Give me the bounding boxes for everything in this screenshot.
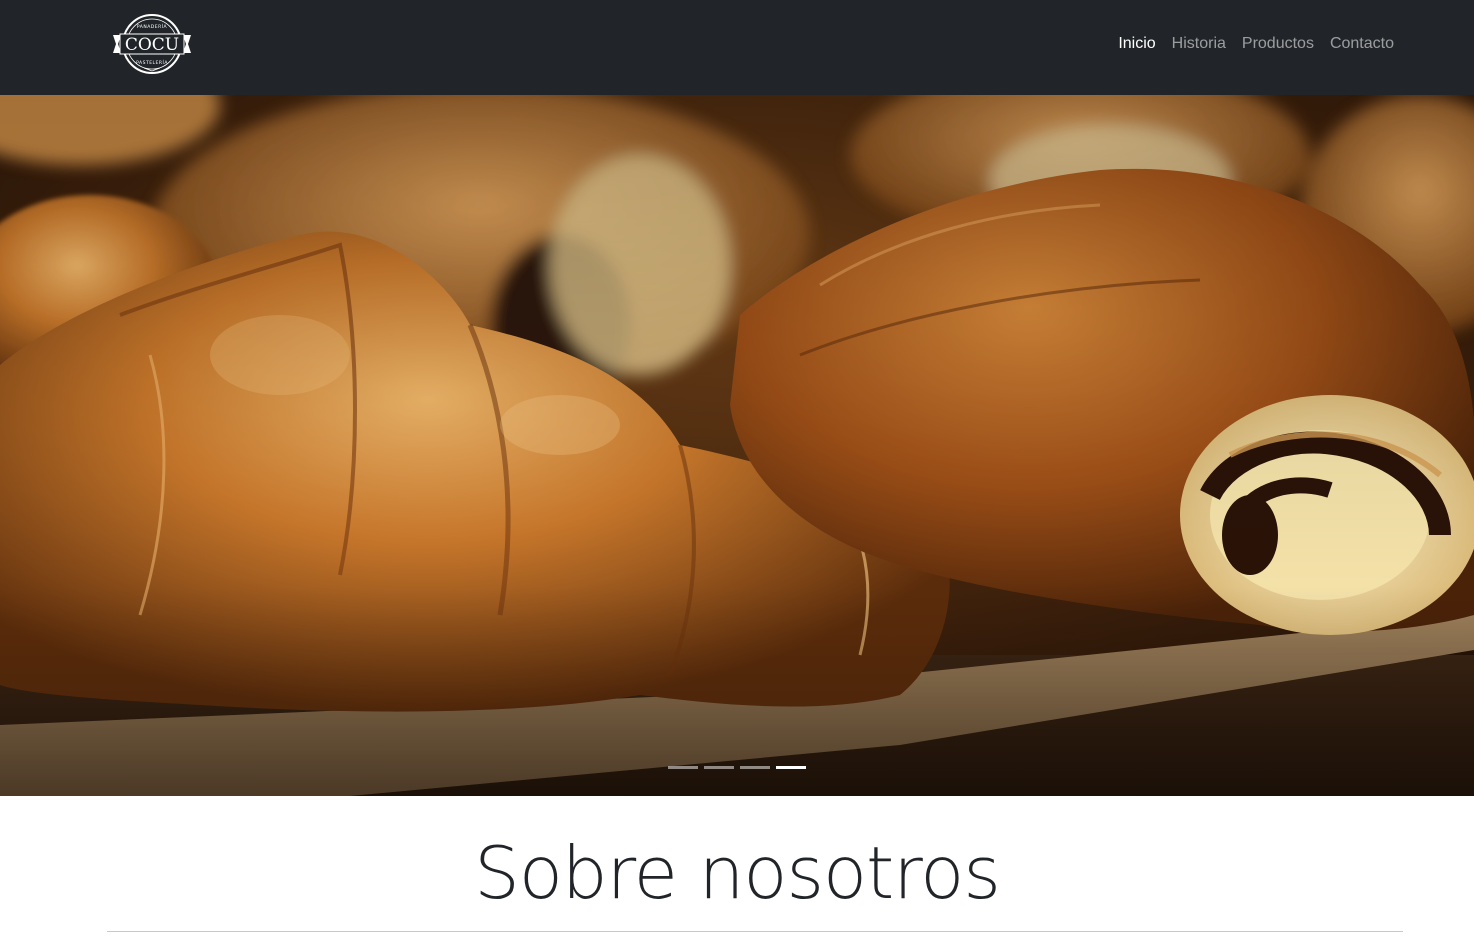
nav-link-inicio[interactable]: Inicio [1118,34,1155,54]
nav-link-contacto[interactable]: Contacto [1330,34,1394,54]
brand-logo-text: COCU [125,35,179,55]
about-title: Sobre nosotros [474,831,1001,915]
brand-logo-top-text: PANADERÍA [137,23,168,30]
main-nav: Inicio Historia Productos Contacto [1118,34,1394,54]
hero-image [0,95,1474,796]
carousel-indicators [0,766,1474,769]
carousel-indicator-2[interactable] [704,766,734,769]
section-divider [107,931,1403,932]
brand-logo[interactable]: COCU PANADERÍA PASTELERÍA [111,13,193,75]
brand-logo-bottom-text: PASTELERÍA [136,59,168,66]
carousel-indicator-1[interactable] [668,766,698,769]
nav-link-productos[interactable]: Productos [1242,34,1314,54]
carousel-indicator-4[interactable] [776,766,806,769]
brand-logo-icon: COCU PANADERÍA PASTELERÍA [113,14,191,74]
nav-link-historia[interactable]: Historia [1172,34,1226,54]
carousel-indicator-3[interactable] [740,766,770,769]
navbar: COCU PANADERÍA PASTELERÍA Inicio Histori… [0,0,1474,95]
hero-carousel[interactable] [0,95,1474,796]
